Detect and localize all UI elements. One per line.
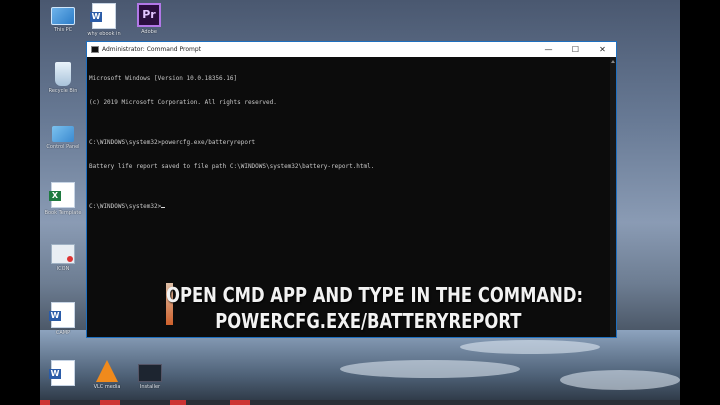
close-button[interactable]: ✕ (589, 42, 616, 57)
window-title: Administrator: Command Prompt (102, 46, 201, 53)
desktop-icon-label: ICON (56, 266, 70, 272)
console-line: Microsoft Windows [Version 10.0.18356.16… (89, 75, 238, 82)
desktop-icon-this-pc[interactable]: This PC (43, 3, 83, 33)
desktop-icon-terminal[interactable]: Installer (130, 360, 170, 390)
vertical-scrollbar[interactable] (610, 57, 616, 337)
desktop-icon-recycle-bin[interactable]: Recycle Bin (43, 62, 83, 94)
console-line: Battery life report saved to file path C… (89, 163, 375, 170)
computer-icon (51, 7, 75, 25)
window-controls: — ☐ ✕ (535, 42, 616, 57)
console-prompt-line: C:\WINDOWS\system32> (89, 203, 610, 211)
control-panel-icon (52, 126, 74, 142)
desktop-icon-label: Adobe (141, 29, 157, 35)
desktop-icon-vlc[interactable]: VLC media (87, 360, 127, 390)
desktop-icon-word-file-2[interactable]: W (43, 360, 83, 386)
terminal-icon (138, 364, 162, 382)
desktop-icon-label: Recycle Bin (48, 88, 78, 94)
wallpaper-wave (460, 340, 600, 354)
progress-segment (40, 400, 50, 405)
window-titlebar[interactable]: Administrator: Command Prompt — ☐ ✕ (87, 42, 616, 57)
console-prompt: C:\WINDOWS\system32> (89, 203, 162, 210)
progress-segment (230, 400, 250, 405)
desktop-icon-excel-file[interactable]: X Book Template (43, 182, 83, 216)
wallpaper-wave (340, 360, 520, 378)
recycle-bin-icon (55, 62, 71, 86)
letterbox-left (0, 0, 40, 405)
desktop-icon-control-panel[interactable]: Control Panel (43, 122, 83, 150)
desktop-icon-shortcut[interactable]: ICON (43, 244, 83, 272)
letterbox-right (680, 0, 720, 405)
desktop-icon-label: This PC (53, 27, 73, 33)
scroll-up-arrow-icon[interactable] (611, 60, 615, 63)
progress-segment (170, 400, 186, 405)
word-doc-icon: W (49, 302, 75, 328)
wallpaper-wave (560, 370, 680, 390)
console-line: (c) 2019 Microsoft Corporation. All righ… (89, 99, 277, 106)
word-doc-icon: W (90, 3, 116, 29)
video-caption: Open CMD app and type in the command: po… (166, 282, 584, 334)
desktop-icon-label: CAMP (55, 330, 71, 336)
desktop-icon-label: Book Template (44, 210, 82, 216)
desktop-icon-label: Control Panel (46, 144, 80, 150)
excel-icon: X (49, 182, 75, 208)
word-doc-icon: W (49, 360, 75, 386)
minimize-button[interactable]: — (535, 42, 562, 57)
desktop-icon-adobe[interactable]: Pr Adobe (129, 3, 169, 35)
maximize-button[interactable]: ☐ (562, 42, 589, 57)
caption-line-2: powercfg.exe/batteryreport (215, 309, 522, 333)
desktop-icon-word-file[interactable]: W CAMP (43, 302, 83, 336)
desktop-icon-label: why ebook in (87, 31, 121, 37)
desktop-icon-why-ebook[interactable]: W why ebook in (84, 3, 124, 37)
progress-segment (100, 400, 120, 405)
shortcut-icon (51, 244, 75, 264)
desktop-icon-label: VLC media (93, 384, 121, 390)
caption-line-1: Open CMD app and type in the command: (166, 283, 584, 307)
premiere-icon: Pr (137, 3, 161, 27)
video-progress-strip (40, 400, 680, 405)
vlc-icon (96, 360, 118, 382)
console-line: C:\WINDOWS\system32>powercfg.exe/battery… (89, 139, 256, 146)
desktop-icon-label: Installer (139, 384, 161, 390)
text-cursor (161, 207, 166, 208)
cmd-app-icon (91, 46, 99, 53)
